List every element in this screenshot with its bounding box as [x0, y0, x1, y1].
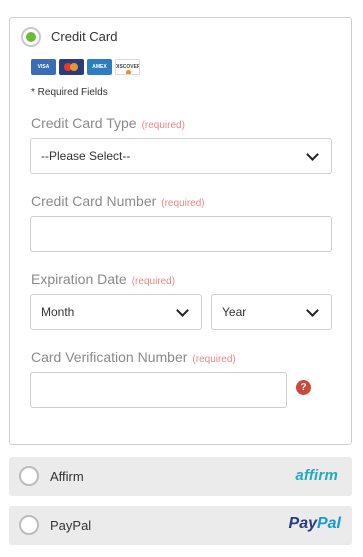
card-type-value: --Please Select--: [41, 149, 131, 163]
affirm-option[interactable]: Affirm affirm: [9, 457, 352, 496]
paypal-logo: PayPal: [288, 515, 341, 532]
affirm-label: Affirm: [50, 469, 84, 484]
chevron-down-icon: [176, 304, 189, 317]
expiration-month-select[interactable]: Month: [30, 294, 202, 330]
help-icon[interactable]: ?: [296, 380, 311, 395]
card-number-label: Credit Card Number (required): [31, 193, 205, 209]
chevron-down-icon: [306, 148, 319, 161]
affirm-logo: affirm: [295, 467, 338, 484]
required-fields-note: * Required Fields: [31, 87, 108, 98]
month-value: Month: [41, 305, 75, 319]
amex-icon: AMEX: [87, 59, 112, 75]
mastercard-icon: [59, 59, 84, 75]
card-type-label: Credit Card Type (required): [31, 115, 185, 131]
expiration-label: Expiration Date (required): [31, 271, 176, 287]
year-value: Year: [222, 305, 247, 319]
credit-card-title: Credit Card: [51, 29, 118, 44]
card-type-select[interactable]: --Please Select--: [30, 138, 332, 174]
visa-icon: VISA: [31, 59, 56, 75]
paypal-option[interactable]: PayPal PayPal: [9, 506, 352, 545]
paypal-label: PayPal: [50, 518, 92, 533]
chevron-down-icon: [306, 304, 319, 317]
card-number-input[interactable]: [30, 216, 332, 252]
cvv-input[interactable]: [30, 372, 287, 408]
affirm-radio[interactable]: [19, 466, 39, 486]
credit-card-radio[interactable]: [21, 27, 41, 47]
paypal-radio[interactable]: [19, 515, 39, 535]
cvv-label: Card Verification Number (required): [31, 349, 236, 365]
discover-icon: DISCOVER: [115, 59, 140, 75]
expiration-year-select[interactable]: Year: [211, 294, 332, 330]
